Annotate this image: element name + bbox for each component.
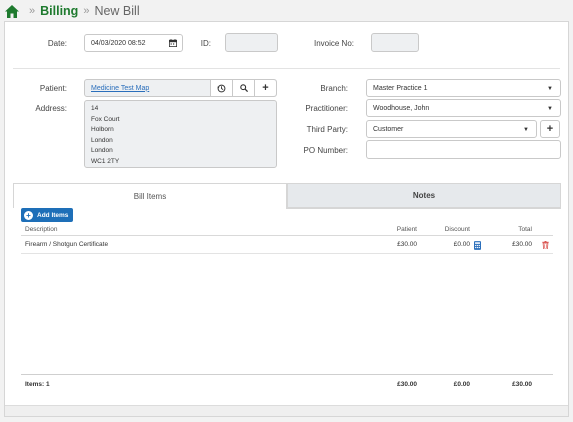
patient-refresh-button[interactable] — [210, 80, 232, 96]
third-party-select[interactable]: Customer ▼ — [366, 120, 537, 138]
third-party-label: Third Party: — [306, 125, 348, 134]
chevron-down-icon: ▼ — [523, 127, 529, 133]
id-label: ID: — [200, 39, 211, 48]
practitioner-value: Woodhouse, John — [373, 104, 430, 112]
calculator-icon[interactable] — [474, 241, 481, 250]
address-line: Fox Court — [91, 115, 120, 123]
patient-link[interactable]: Medicine Test Map — [85, 80, 210, 96]
tab-notes[interactable]: Notes — [287, 183, 561, 208]
add-items-label: Add Items — [37, 211, 69, 219]
chevron-down-icon: ▼ — [547, 106, 553, 112]
footer-grand-total: £30.00 — [512, 381, 532, 388]
invoice-no-field[interactable] — [371, 33, 419, 52]
column-header-description: Description — [25, 226, 58, 233]
invoice-no-label: Invoice No: — [313, 39, 354, 48]
row-discount-amount: £0.00 — [453, 241, 470, 248]
po-number-field[interactable] — [366, 140, 561, 159]
row-description: Firearm / Shotgun Certificate — [25, 241, 109, 248]
divider — [13, 68, 560, 69]
po-number-label: PO Number: — [303, 146, 348, 155]
add-items-button[interactable]: + Add Items — [21, 208, 74, 222]
branch-select[interactable]: Master Practice 1 ▼ — [366, 79, 561, 97]
tab-bill-items[interactable]: Bill Items — [13, 183, 287, 208]
column-header-patient: Patient — [396, 226, 417, 233]
id-field[interactable] — [225, 33, 278, 52]
items-count: Items: 1 — [25, 381, 50, 388]
home-icon[interactable] — [5, 4, 19, 18]
search-icon — [239, 84, 248, 92]
address-line: WC1 2TY — [91, 157, 120, 165]
patient-add-button[interactable]: + — [254, 80, 276, 96]
practitioner-label: Practitioner: — [305, 104, 348, 113]
address-line: London — [91, 147, 113, 154]
refresh-icon — [217, 84, 226, 92]
row-total-amount: £30.00 — [512, 241, 532, 248]
column-header-discount: Discount — [444, 226, 470, 233]
practitioner-select[interactable]: Woodhouse, John ▼ — [366, 99, 561, 117]
chevron-down-icon: ▼ — [547, 86, 553, 92]
tab-divider — [286, 208, 561, 209]
bill-tabs: Bill Items Notes — [13, 183, 561, 208]
patient-search-button[interactable] — [232, 80, 254, 96]
breadcrumb: » Billing » New Bill — [5, 2, 140, 20]
column-header-total: Total — [518, 226, 532, 233]
table-row-divider — [21, 253, 553, 254]
footer-patient-total: £30.00 — [397, 381, 417, 388]
page-title: New Bill — [94, 4, 140, 18]
date-value: 04/03/2020 08:52 — [91, 39, 146, 47]
breadcrumb-separator: » — [29, 5, 36, 17]
totals-divider — [21, 374, 553, 375]
bill-form-panel: Date: 04/03/2020 08:52 ID: Invoice No: P… — [4, 21, 569, 417]
branch-label: Branch: — [320, 84, 348, 93]
address-field[interactable]: 14 Fox Court Holborn London London WC1 2… — [84, 100, 277, 168]
plus-circle-icon: + — [24, 210, 33, 220]
address-line: Holborn — [91, 126, 114, 133]
branch-value: Master Practice 1 — [373, 84, 428, 92]
patient-label: Patient: — [39, 84, 67, 93]
address-line: London — [91, 136, 113, 144]
calendar-icon[interactable] — [169, 39, 177, 47]
date-label: Date: — [47, 39, 67, 48]
panel-footer — [5, 405, 568, 416]
breadcrumb-billing[interactable]: Billing — [40, 4, 78, 18]
breadcrumb-separator: » — [83, 5, 90, 17]
plus-icon: + — [546, 123, 554, 135]
footer-discount-total: £0.00 — [453, 381, 470, 388]
row-patient-amount: £30.00 — [397, 241, 417, 248]
patient-field: Medicine Test Map + — [84, 79, 277, 97]
add-third-party-button[interactable]: + — [540, 120, 560, 138]
date-field[interactable]: 04/03/2020 08:52 — [84, 34, 183, 52]
table-header-divider — [21, 235, 553, 236]
third-party-value: Customer — [373, 125, 404, 133]
address-label: Address: — [35, 104, 67, 113]
plus-icon: + — [262, 82, 269, 94]
trash-icon[interactable] — [542, 241, 549, 249]
address-line: 14 — [91, 105, 99, 112]
